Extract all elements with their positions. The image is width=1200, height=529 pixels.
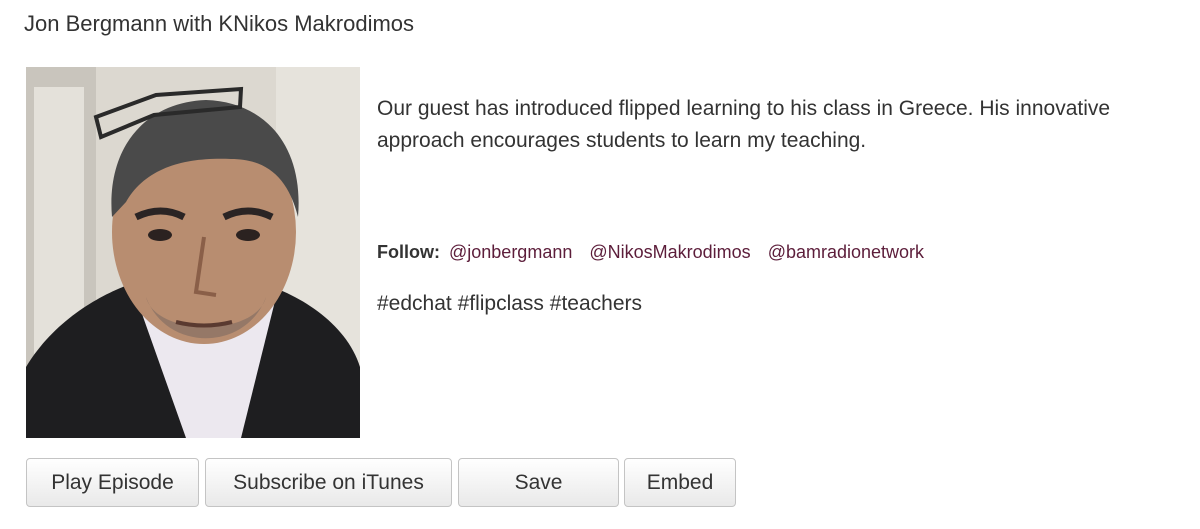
save-button[interactable]: Save bbox=[458, 458, 619, 507]
episode-description: Our guest has introduced flipped learnin… bbox=[377, 97, 1111, 152]
follow-row: Follow: @jonbergmann @NikosMakrodimos @b… bbox=[377, 242, 936, 263]
episode-page: Jon Bergmann with KNikos Makrodimos Our … bbox=[0, 0, 1200, 529]
hashtags: #edchat #flipclass #teachers bbox=[377, 292, 642, 315]
play-episode-button[interactable]: Play Episode bbox=[26, 458, 199, 507]
episode-title: Jon Bergmann with KNikos Makrodimos bbox=[24, 11, 415, 36]
follow-link-jonbergmann[interactable]: @jonbergmann bbox=[449, 242, 572, 262]
embed-button[interactable]: Embed bbox=[624, 458, 736, 507]
subscribe-itunes-button[interactable]: Subscribe on iTunes bbox=[205, 458, 452, 507]
follow-link-nikosmakrodimos[interactable]: @NikosMakrodimos bbox=[589, 242, 750, 262]
follow-link-bamradionetwork[interactable]: @bamradionetwork bbox=[768, 242, 924, 262]
guest-photo bbox=[26, 67, 360, 438]
follow-label: Follow: bbox=[377, 242, 440, 262]
